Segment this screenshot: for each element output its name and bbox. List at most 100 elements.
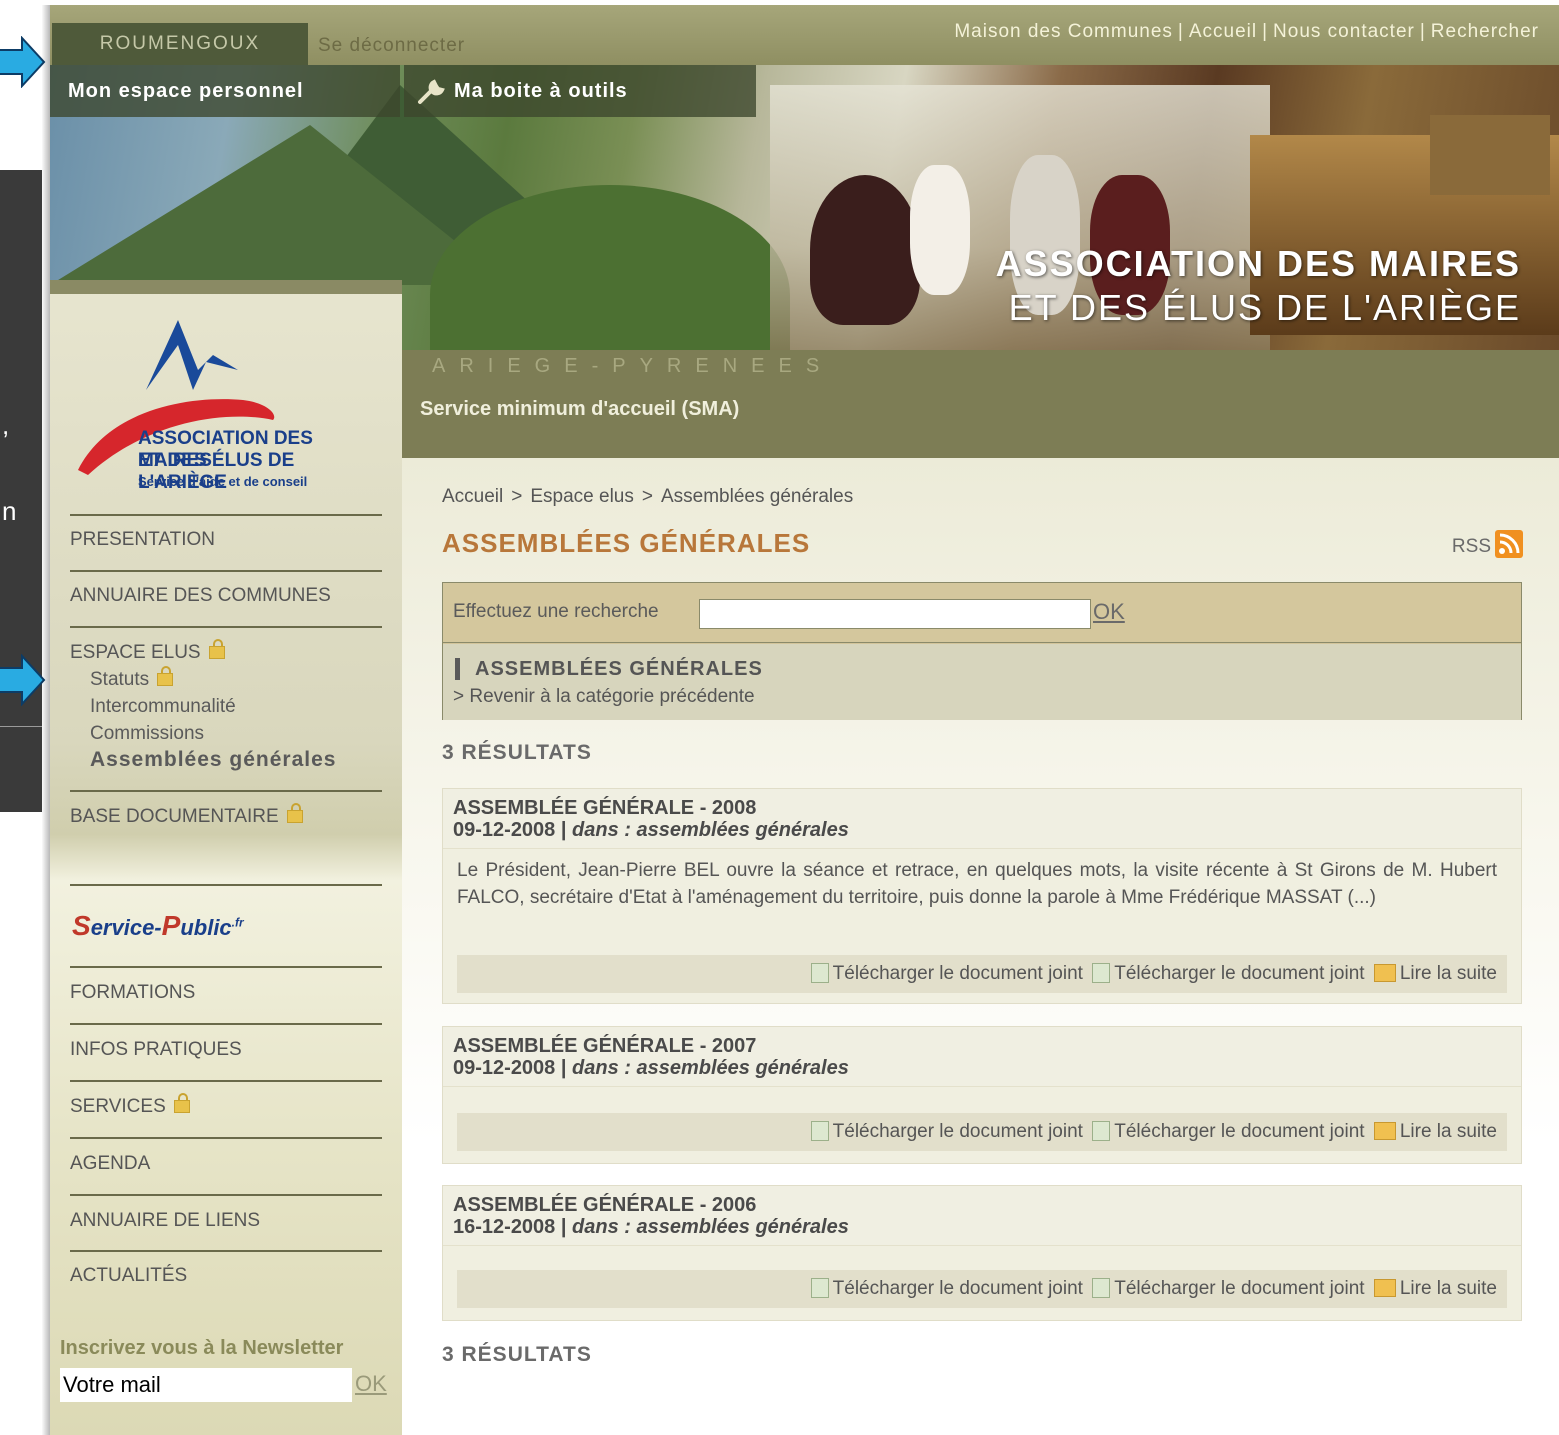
result-title[interactable]: ASSEMBLÉE GÉNÉRALE - 2007 <box>453 1035 756 1058</box>
sidebar-separator <box>70 790 382 792</box>
back-to-parent-category-link[interactable]: > Revenir à la catégorie précédente <box>453 686 755 708</box>
document-icon <box>810 1121 829 1141</box>
sidebar-subitem-label: Statuts <box>90 669 150 690</box>
result-title[interactable]: ASSEMBLÉE GÉNÉRALE - 2006 <box>453 1194 756 1217</box>
download-document-link[interactable]: Télécharger le document joint <box>1092 1113 1365 1151</box>
results-count: 3 RÉSULTATS <box>442 741 592 764</box>
result-date: 09-12-2008 | dans : assemblées générales <box>453 1057 849 1080</box>
sidebar-subitem-commissions[interactable]: Commissions <box>90 723 204 745</box>
read-more-label: Lire la suite <box>1399 1278 1497 1299</box>
download-document-label: Télécharger le document joint <box>832 1121 1083 1142</box>
breadcrumb-separator: > <box>511 486 523 507</box>
read-more-label: Lire la suite <box>1399 1121 1497 1142</box>
download-document-link[interactable]: Télécharger le document joint <box>1092 1270 1365 1308</box>
top-bar: ROUMENGOUX Se déconnecter Maison des Com… <box>50 5 1559 65</box>
download-document-link[interactable]: Télécharger le document joint <box>810 1270 1083 1308</box>
sidebar-separator <box>70 514 382 516</box>
document-icon <box>1092 1121 1111 1141</box>
separator: | <box>1177 21 1184 42</box>
sidebar-item-formations[interactable]: FORMATIONS <box>70 982 382 1004</box>
download-document-label: Télécharger le document joint <box>1114 963 1365 984</box>
sidebar-subitem-assemblees-generales[interactable]: Assemblées générales <box>90 748 336 772</box>
download-document-link[interactable]: Télécharger le document joint <box>810 1113 1083 1151</box>
download-document-link[interactable]: Télécharger le document joint <box>810 955 1083 993</box>
sidebar-item-agenda[interactable]: AGENDA <box>70 1153 382 1175</box>
sidebar-item-actualites[interactable]: ACTUALITÉS <box>70 1265 382 1287</box>
annotation-fragment: n <box>2 496 17 526</box>
sidebar-item-annuaire-des-communes[interactable]: ANNUAIRE DES COMMUNES <box>70 585 382 607</box>
association-logo[interactable]: ASSOCIATION DES MAIRES ET DES ÉLUS DE L'… <box>68 300 358 500</box>
sidebar-item-label: SERVICES <box>70 1096 166 1117</box>
download-document-label: Télécharger le document joint <box>832 1278 1083 1299</box>
sidebar-separator <box>70 1023 382 1025</box>
search-input[interactable] <box>699 599 1091 629</box>
breadcrumb-current: Assemblées générales <box>660 486 854 507</box>
user-name-tab[interactable]: ROUMENGOUX <box>52 23 308 65</box>
lock-icon <box>208 639 225 659</box>
sidebar-item-services[interactable]: SERVICES <box>70 1093 382 1118</box>
breadcrumb-espace-elus[interactable]: Espace elus <box>530 486 634 507</box>
nav-tabs: Mon espace personnel Ma boite à outils <box>50 65 760 117</box>
link-accueil[interactable]: Accueil <box>1189 21 1257 42</box>
service-public-logo-text: P <box>161 910 181 941</box>
sidebar-item-infos-pratiques[interactable]: INFOS PRATIQUES <box>70 1039 382 1061</box>
lock-icon <box>286 803 303 823</box>
link-maison-des-communes[interactable]: Maison des Communes <box>954 21 1173 42</box>
banner-subtitle: ET DES ÉLUS DE L'ARIÈGE <box>1008 287 1521 328</box>
lock-icon <box>173 1093 190 1113</box>
sidebar-item-label: BASE DOCUMENTAIRE <box>70 806 279 827</box>
result-card-header: ASSEMBLÉE GÉNÉRALE - 2006 16-12-2008 | d… <box>443 1186 1521 1246</box>
breadcrumb-accueil[interactable]: Accueil <box>442 486 503 507</box>
newsletter-email-input[interactable] <box>60 1368 352 1402</box>
download-document-label: Télécharger le document joint <box>1114 1121 1365 1142</box>
result-card: ASSEMBLÉE GÉNÉRALE - 2007 09-12-2008 | d… <box>442 1026 1522 1164</box>
result-card: ASSEMBLÉE GÉNÉRALE - 2006 16-12-2008 | d… <box>442 1185 1522 1321</box>
result-date: 09-12-2008 | dans : assemblées générales <box>453 819 849 842</box>
sidebar-item-base-documentaire[interactable]: BASE DOCUMENTAIRE <box>70 803 382 828</box>
sidebar-separator <box>70 884 382 886</box>
sidebar-item-espace-elus[interactable]: ESPACE ELUS <box>70 639 382 664</box>
sidebar-separator <box>70 1250 382 1252</box>
service-public-logo[interactable]: Service-Public.fr <box>72 910 244 942</box>
annotation-fragment: , <box>2 410 10 440</box>
result-card: ASSEMBLÉE GÉNÉRALE - 2008 09-12-2008 | d… <box>442 788 1522 1004</box>
read-more-link[interactable]: Lire la suite <box>1373 955 1497 993</box>
read-more-icon <box>1373 1279 1396 1297</box>
separator: | <box>1419 21 1426 42</box>
page-title: ASSEMBLÉES GÉNÉRALES <box>442 528 811 558</box>
read-more-link[interactable]: Lire la suite <box>1373 1270 1497 1308</box>
rss-label: RSS <box>1451 536 1491 557</box>
download-document-label: Télécharger le document joint <box>832 963 1083 984</box>
sidebar-separator <box>70 1137 382 1139</box>
rss-icon <box>1495 530 1523 558</box>
logout-link[interactable]: Se déconnecter <box>318 35 465 57</box>
sidebar-subitem-statuts[interactable]: Statuts <box>90 666 174 691</box>
search-label: Effectuez une recherche <box>453 601 659 622</box>
read-more-icon <box>1373 964 1396 982</box>
sidebar-separator <box>70 1080 382 1082</box>
read-more-link[interactable]: Lire la suite <box>1373 1113 1497 1151</box>
link-rechercher[interactable]: Rechercher <box>1431 21 1539 42</box>
service-public-logo-text: ervice- <box>90 915 162 940</box>
result-category: dans : assemblées générales <box>572 819 849 841</box>
download-document-link[interactable]: Télécharger le document joint <box>1092 955 1365 993</box>
sidebar-subitem-intercommunalite[interactable]: Intercommunalité <box>90 696 236 718</box>
tab-ma-boite-a-outils[interactable]: Ma boite à outils <box>404 65 756 117</box>
lock-icon <box>157 666 174 686</box>
banner-dancer <box>910 165 970 295</box>
rss-link[interactable]: RSS <box>1452 530 1523 558</box>
result-title[interactable]: ASSEMBLÉE GÉNÉRALE - 2008 <box>453 797 756 820</box>
document-icon <box>810 963 829 983</box>
newsletter-ok-button[interactable]: OK <box>355 1371 387 1397</box>
sma-link[interactable]: Service minimum d'accueil (SMA) <box>420 398 739 421</box>
sidebar-item-annuaire-de-liens[interactable]: ANNUAIRE DE LIENS <box>70 1210 382 1232</box>
sidebar-item-presentation[interactable]: PRESENTATION <box>70 529 382 551</box>
document-icon <box>1092 1278 1111 1298</box>
tab-mon-espace-personnel[interactable]: Mon espace personnel <box>50 65 400 117</box>
search-ok-button[interactable]: OK <box>1093 599 1125 625</box>
service-public-logo-text: S <box>72 910 91 941</box>
link-contact[interactable]: Nous contacter <box>1273 21 1415 42</box>
service-public-logo-text: .fr <box>231 915 244 930</box>
results-count-bottom: 3 RÉSULTATS <box>442 1343 592 1366</box>
pointer-arrow-top-icon <box>0 36 46 88</box>
